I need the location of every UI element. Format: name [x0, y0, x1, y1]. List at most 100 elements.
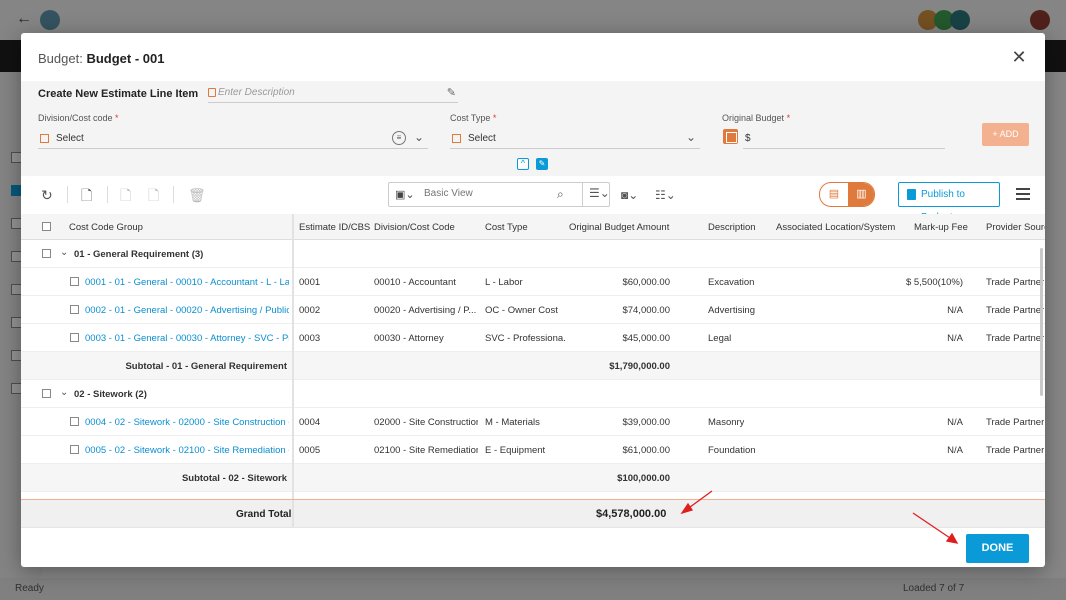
- chevron-down-icon[interactable]: ⌄: [60, 247, 68, 258]
- toolbar-divider: [67, 186, 68, 203]
- division-grid-icon: [40, 134, 49, 143]
- chevron-down-icon[interactable]: ⌄: [60, 387, 68, 398]
- toolbar-divider: [173, 186, 174, 203]
- group-row[interactable]: ⌄ 02 - Sitework (2): [21, 380, 1045, 408]
- row-checkbox[interactable]: [70, 445, 79, 454]
- group-checkbox[interactable]: [42, 389, 51, 398]
- row-checkbox[interactable]: [70, 277, 79, 286]
- delete-icon[interactable]: 🗑: [188, 188, 206, 202]
- estimate-id: 0001: [299, 277, 321, 288]
- group-checkbox[interactable]: [42, 249, 51, 258]
- estimate-id: 0002: [299, 305, 321, 316]
- select-all-checkbox[interactable]: [42, 222, 51, 231]
- grand-total-label: Grand Total: [236, 509, 292, 520]
- row-checkbox[interactable]: [70, 305, 79, 314]
- chart-view-icon[interactable]: ▥: [848, 183, 874, 206]
- column-header[interactable]: Division/Cost Code: [374, 222, 455, 233]
- pin-form-icon[interactable]: ✎: [536, 158, 548, 170]
- division-label: Division/Cost code *: [38, 113, 119, 123]
- add-button[interactable]: + ADD: [982, 123, 1029, 146]
- cost-type: OC - Owner Cost: [485, 305, 558, 316]
- done-button[interactable]: DONE: [966, 534, 1029, 563]
- collapse-form-icon[interactable]: ^: [517, 158, 529, 170]
- currency-prefix: $: [745, 133, 751, 144]
- column-header[interactable]: Cost Code Group: [69, 222, 143, 233]
- provider-source: Trade Partner: [986, 417, 1045, 428]
- column-header[interactable]: Description: [708, 222, 756, 233]
- description-field[interactable]: ✎: [208, 87, 458, 103]
- line-item-link[interactable]: 0004 - 02 - Sitework - 02000 - Site Cons…: [85, 417, 289, 428]
- list-view-icon[interactable]: ☷⌄: [655, 188, 676, 202]
- views-icon[interactable]: ▣⌄: [395, 188, 415, 201]
- table-row[interactable]: 0005 - 02 - Sitework - 02100 - Site Reme…: [21, 436, 1045, 464]
- search-icon[interactable]: ⌕: [557, 187, 564, 202]
- column-header[interactable]: Cost Type: [485, 222, 528, 233]
- vertical-scrollbar[interactable]: [1040, 248, 1043, 396]
- row-checkbox[interactable]: [70, 417, 79, 426]
- camera-icon[interactable]: ◙⌄: [621, 188, 638, 202]
- description: Masonry: [708, 417, 745, 428]
- cost-type-select[interactable]: Select ⌄: [450, 129, 700, 149]
- modal-title: Budget: Budget - 001: [38, 51, 164, 66]
- estimate-grid: Cost Code Group Estimate ID/CBS Division…: [21, 214, 1045, 527]
- group-row[interactable]: ⌄ 01 - General Requirement (3): [21, 240, 1045, 268]
- column-header[interactable]: Estimate ID/CBS: [299, 222, 370, 233]
- cost-type: SVC - Professiona...: [485, 333, 565, 344]
- grid-toolbar: ↻ 🗋 🗋 🗋 🗑 ▣⌄ ⌕ ☰⌄ ◙⌄ ☷⌄ ▤ ▥ Publish to B…: [21, 176, 1045, 223]
- paste-document-icon[interactable]: 🗋: [148, 188, 159, 202]
- cost-type-grid-icon: [452, 134, 461, 143]
- close-icon[interactable]: ✕: [1009, 47, 1029, 67]
- table-row[interactable]: 0001 - 01 - General - 00010 - Accountant…: [21, 268, 1045, 296]
- chevron-down-icon[interactable]: ⌄: [414, 130, 424, 144]
- original-budget-amount: $61,000.00: [622, 445, 670, 456]
- division-select[interactable]: Select ≡ ⌄: [38, 129, 428, 149]
- provider-source: Trade Partner: [986, 305, 1045, 316]
- line-item-link[interactable]: 0003 - 01 - General - 00030 - Attorney -…: [85, 333, 289, 344]
- markup-fee: N/A: [947, 333, 963, 344]
- original-budget-input[interactable]: $: [743, 129, 945, 149]
- column-header[interactable]: Associated Location/System: [776, 222, 895, 233]
- filter-icon[interactable]: ☰⌄: [589, 186, 610, 200]
- modal-header: Budget: Budget - 001 ✕: [21, 33, 1045, 81]
- column-header[interactable]: Provider Source: [986, 222, 1045, 233]
- line-item-link[interactable]: 0001 - 01 - General - 00010 - Accountant…: [85, 277, 289, 288]
- description: Excavation: [708, 277, 755, 288]
- chevron-down-icon[interactable]: ⌄: [686, 130, 696, 144]
- modal-title-name: Budget - 001: [86, 51, 165, 66]
- description: Advertising: [708, 305, 755, 316]
- hamburger-menu-icon[interactable]: [1016, 188, 1030, 200]
- original-budget-amount: $39,000.00: [622, 417, 670, 428]
- column-header[interactable]: Mark-up Fee: [914, 222, 968, 233]
- column-header[interactable]: Original Budget Amount: [569, 222, 669, 233]
- division-cost-code: 00030 - Attorney: [374, 333, 444, 344]
- refresh-icon[interactable]: ↻: [41, 188, 53, 202]
- calculator-icon[interactable]: [723, 129, 738, 144]
- division-select-value: Select: [56, 133, 84, 144]
- line-item-link[interactable]: 0002 - 01 - General - 00020 - Advertisin…: [85, 305, 289, 316]
- original-budget-amount: $74,000.00: [622, 305, 670, 316]
- subtotal-value: $100,000.00: [617, 473, 670, 484]
- list-options-icon[interactable]: ≡: [392, 131, 406, 145]
- row-checkbox[interactable]: [70, 333, 79, 342]
- publish-to-budget-button[interactable]: Publish to Budget: [898, 182, 1000, 223]
- new-document-icon[interactable]: 🗋: [81, 188, 92, 202]
- copy-document-icon[interactable]: 🗋: [120, 188, 131, 202]
- description-input[interactable]: [218, 87, 438, 98]
- view-search-input[interactable]: [424, 188, 544, 199]
- table-row[interactable]: 0004 - 02 - Sitework - 02000 - Site Cons…: [21, 408, 1045, 436]
- grand-total-value: $4,578,000.00: [596, 508, 667, 520]
- view-selector[interactable]: ▣⌄ ⌕ ☰⌄: [388, 182, 610, 207]
- subtotal-label: Subtotal - 02 - Sitework: [181, 473, 287, 484]
- document-view-icon[interactable]: ▤: [820, 183, 848, 206]
- edit-pencil-icon[interactable]: ✎: [447, 86, 456, 99]
- cost-type-label: Cost Type *: [450, 113, 497, 123]
- budget-modal: Budget: Budget - 001 ✕ Create New Estima…: [21, 33, 1045, 567]
- table-row[interactable]: 0003 - 01 - General - 00030 - Attorney -…: [21, 324, 1045, 352]
- line-item-link[interactable]: 0005 - 02 - Sitework - 02100 - Site Reme…: [85, 445, 289, 456]
- pinned-column-divider[interactable]: [292, 214, 294, 527]
- provider-source: Trade Partner: [986, 333, 1045, 344]
- provider-source: Trade Partner: [986, 445, 1045, 456]
- table-row[interactable]: 0002 - 01 - General - 00020 - Advertisin…: [21, 296, 1045, 324]
- document-icon: [208, 88, 216, 97]
- estimate-id: 0003: [299, 333, 321, 344]
